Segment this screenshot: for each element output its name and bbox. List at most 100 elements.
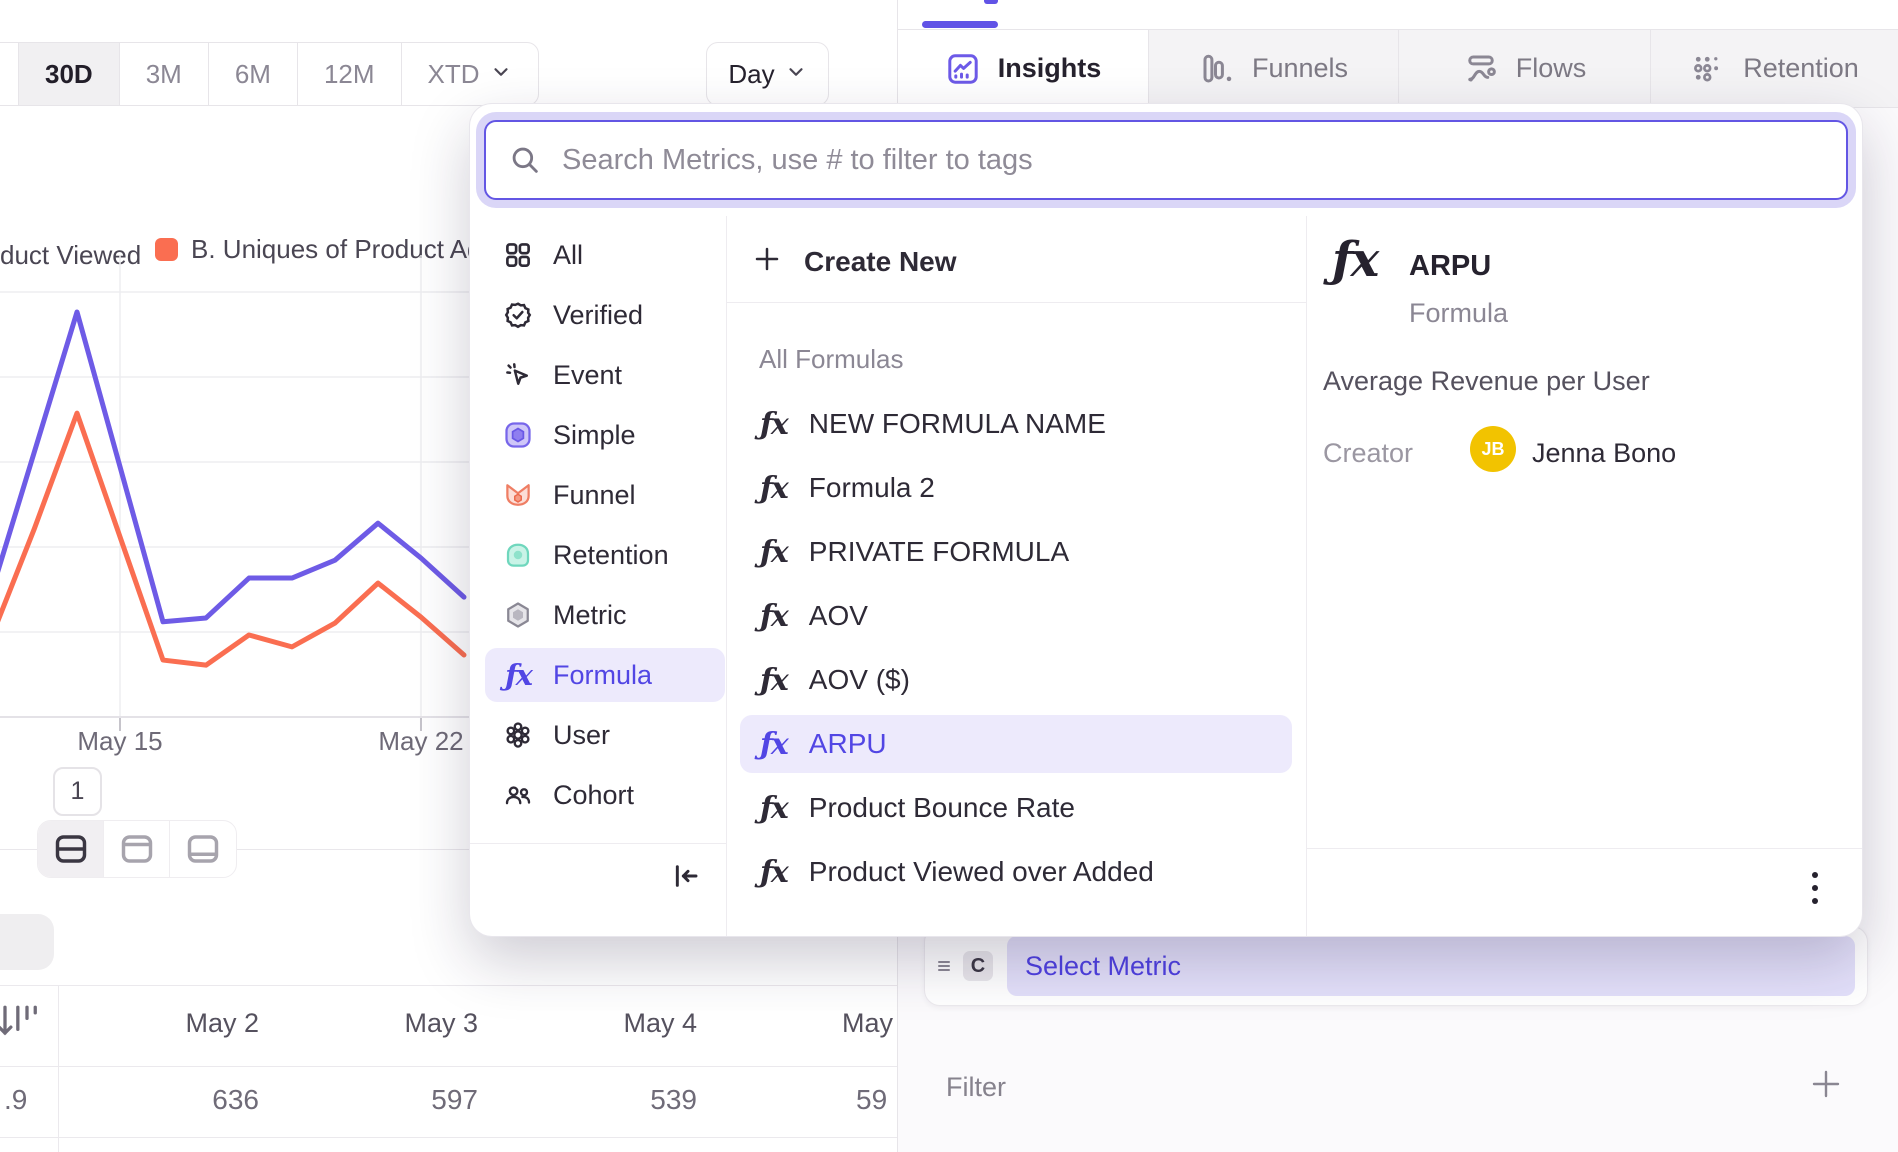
formula-icon: ƒx [760,855,787,890]
date-range-label: 12M [324,59,375,90]
search-icon [508,143,542,182]
formula-item-product-bounce-rate[interactable]: ƒxProduct Bounce Rate [740,779,1292,837]
date-range-xtd[interactable]: XTD [402,43,538,105]
select-metric-label: Select Metric [1025,951,1181,982]
detail-metric-type: Formula [1409,298,1508,329]
grid-icon [501,240,535,270]
drag-handle-icon[interactable] [935,956,953,976]
tab-label: Flows [1516,53,1587,84]
tab-retention[interactable]: Retention [1651,30,1898,107]
create-new-label: Create New [804,246,957,278]
funnels-icon [1199,51,1235,87]
metric-clause-card[interactable]: C Select Metric [924,926,1868,1006]
detail-footer-divider [1306,848,1862,849]
formula-icon: ƒx [760,535,787,570]
partial-row-chip [0,914,54,970]
date-range-6m[interactable]: 6M [209,43,298,105]
date-range-partial-segment[interactable] [0,43,19,105]
formula-item-private-formula[interactable]: ƒxPRIVATE FORMULA [740,523,1292,581]
tab-label: Retention [1743,53,1859,84]
category-funnel[interactable]: Funnel [485,468,725,522]
granularity-dropdown[interactable]: Day [706,42,829,106]
layout-top-toggle[interactable] [104,821,170,877]
date-range-3m[interactable]: 3M [120,43,209,105]
kebab-menu-icon[interactable] [1806,866,1824,910]
retention-icon [1690,51,1726,87]
formula-icon: ƒx [760,471,787,506]
category-metric[interactable]: Metric [485,588,725,642]
select-metric-button[interactable]: Select Metric [1007,936,1855,996]
sidebar-footer-divider [470,843,726,844]
category-retention[interactable]: Retention [485,528,725,582]
category-label: Simple [553,420,636,451]
pagination-page-button[interactable]: 1 [53,767,102,816]
formula-item-new-formula-name[interactable]: ƒxNEW FORMULA NAME [740,395,1292,453]
category-label: Funnel [553,480,636,511]
chevron-down-icon [785,59,807,90]
layout-split-toggle[interactable] [38,821,104,877]
category-label: Formula [553,660,652,691]
granularity-value: Day [728,59,774,90]
add-filter-button[interactable] [1808,1066,1844,1107]
category-user[interactable]: User [485,708,725,762]
metric-search-input[interactable] [484,120,1848,200]
tab-flows[interactable]: Flows [1399,30,1651,107]
create-new-divider [726,302,1306,303]
date-range-segmented-control[interactable]: 30D3M 6M 12M XTD [0,42,539,106]
date-range-label: XTD [428,59,480,90]
formula-item-formula-2[interactable]: ƒx Formula 2 [740,459,1292,517]
detail-metric-name: ARPU [1409,250,1491,283]
formula-label: AOV ($) [809,664,910,696]
creator-name: Jenna Bono [1532,438,1676,469]
flows-icon [1463,51,1499,87]
active-report-indicator [922,21,998,28]
category-verified[interactable]: Verified [485,288,725,342]
collapse-sidebar-icon[interactable] [670,860,702,897]
table-row-fragment-value: .9 [4,1084,27,1116]
formula-item-aov-[interactable]: ƒxAOV ($) [740,651,1292,709]
layout-bottom-toggle[interactable] [170,821,236,877]
formula-item-arpu[interactable]: ƒxARPU [740,715,1292,773]
detail-description: Average Revenue per User [1323,366,1650,397]
filter-section-label: Filter [946,1072,1006,1103]
sort-descending-icon[interactable] [0,1000,38,1049]
layout-bottom-icon [185,832,221,866]
popup-column-divider [1306,216,1307,936]
formula-item-product-viewed-over-added[interactable]: ƒxProduct Viewed over Added [740,843,1292,901]
chevron-down-icon [490,59,512,90]
tab-insights[interactable]: Insights [898,30,1149,107]
series-line-a [0,312,464,622]
retention-badge-icon [501,540,535,570]
formula-icon: ƒx [1332,232,1377,288]
layout-toggle-group[interactable] [37,820,237,878]
simple-icon [501,420,535,450]
table-header-cell: May 2 [58,1008,259,1042]
formula-item-aov[interactable]: ƒxAOV [740,587,1292,645]
create-new-button[interactable]: Create New [752,234,957,290]
avatar: JB [1470,426,1516,472]
table-header-cell: May 4 [496,1008,697,1042]
formula-label: Formula 2 [809,472,935,504]
category-event[interactable]: Event [485,348,725,402]
tab-label: Insights [998,53,1102,84]
category-label: All [553,240,583,271]
tab-funnels[interactable]: Funnels [1149,30,1399,107]
category-all[interactable]: All [485,228,725,282]
report-type-tabs: Insights Funnels Flows Retention [898,29,1898,108]
formula-icon: ƒx [760,727,787,762]
cohort-icon [501,780,535,810]
funnel-icon [501,480,535,510]
layout-split-icon [53,832,89,866]
formula-icon: ƒx [501,658,535,692]
category-formula[interactable]: ƒx Formula [485,648,725,702]
formula-icon: ƒx [760,599,787,634]
category-label: Verified [553,300,643,331]
category-cohort[interactable]: Cohort [485,768,725,822]
table-value-cell: 636 [58,1084,259,1118]
date-range-12m[interactable]: 12M [298,43,402,105]
plus-icon [752,244,782,281]
date-range-30d[interactable]: 30D [19,43,120,105]
metric-picker-popup: All Verified Event Simple Funnel Retention Met… [470,104,1862,936]
date-range-label: 6M [235,59,271,90]
category-simple[interactable]: Simple [485,408,725,462]
